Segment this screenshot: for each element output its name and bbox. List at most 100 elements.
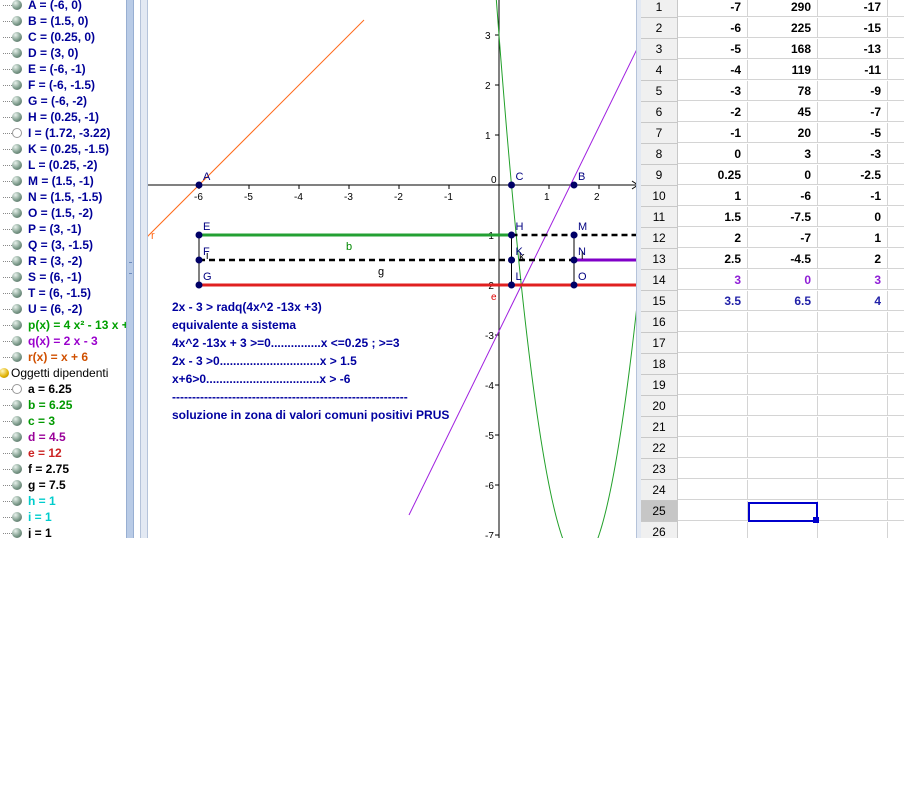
spreadsheet-cell[interactable] — [678, 375, 748, 395]
spreadsheet-cell[interactable] — [888, 144, 904, 164]
dependent-item[interactable]: d = 4.5 — [0, 429, 126, 445]
spreadsheet-cell[interactable] — [748, 375, 818, 395]
point-l[interactable] — [508, 281, 515, 289]
spreadsheet-cell[interactable]: 1 — [678, 186, 748, 206]
row-header[interactable]: 7 — [641, 123, 678, 144]
spreadsheet-cell[interactable] — [748, 417, 818, 437]
row-header[interactable]: 26 — [641, 522, 678, 538]
point-icon[interactable] — [12, 16, 22, 26]
spreadsheet-cell[interactable] — [748, 480, 818, 500]
free-item[interactable]: U = (6, -2) — [0, 301, 126, 317]
point-icon[interactable] — [12, 208, 22, 218]
spreadsheet-cell[interactable]: 119 — [748, 60, 818, 80]
spreadsheet-cell[interactable]: -11 — [818, 60, 888, 80]
point-b[interactable] — [570, 181, 578, 189]
free-item[interactable]: N = (1.5, -1.5) — [0, 189, 126, 205]
free-item[interactable]: A = (-6, 0) — [0, 0, 126, 13]
spreadsheet-cell[interactable] — [678, 501, 748, 521]
spreadsheet-cell[interactable]: -4.5 — [748, 249, 818, 269]
free-item[interactable]: T = (6, -1.5) — [0, 285, 126, 301]
segment-icon[interactable] — [12, 416, 22, 426]
spreadsheet-cell[interactable]: -6 — [678, 18, 748, 38]
dependent-item[interactable]: i = 1 — [0, 509, 126, 525]
row-header[interactable]: 2 — [641, 18, 678, 39]
spreadsheet-cell[interactable] — [888, 522, 904, 538]
spreadsheet-cell[interactable]: 0 — [748, 270, 818, 290]
spreadsheet-cell[interactable] — [748, 522, 818, 538]
point-icon[interactable] — [12, 48, 22, 58]
spreadsheet-cell[interactable] — [888, 396, 904, 416]
row-header[interactable]: 13 — [641, 249, 678, 270]
row-header[interactable]: 11 — [641, 207, 678, 228]
spreadsheet-cell[interactable] — [888, 186, 904, 206]
spreadsheet-cell[interactable]: 1 — [818, 228, 888, 248]
spreadsheet-cell[interactable] — [678, 522, 748, 538]
spreadsheet-cell[interactable]: -13 — [818, 39, 888, 59]
free-item[interactable]: K = (0.25, -1.5) — [0, 141, 126, 157]
function-icon[interactable] — [12, 320, 22, 330]
spreadsheet-cell[interactable]: 3 — [748, 144, 818, 164]
spreadsheet-cell[interactable]: 78 — [748, 81, 818, 101]
spreadsheet-cell[interactable] — [888, 207, 904, 227]
free-item[interactable]: Q = (3, -1.5) — [0, 237, 126, 253]
row-header[interactable]: 25 — [641, 501, 678, 522]
hidden-point-icon[interactable] — [12, 128, 22, 138]
segment-icon[interactable] — [12, 528, 22, 538]
free-item[interactable]: L = (0.25, -2) — [0, 157, 126, 173]
segment-icon[interactable] — [12, 480, 22, 490]
spreadsheet-cell[interactable] — [888, 501, 904, 521]
spreadsheet-cell[interactable] — [888, 459, 904, 479]
dependent-item[interactable]: g = 7.5 — [0, 477, 126, 493]
spreadsheet-cell[interactable] — [888, 81, 904, 101]
spreadsheet-cell[interactable] — [818, 438, 888, 458]
spreadsheet-cell[interactable]: -1 — [818, 186, 888, 206]
spreadsheet-cell[interactable]: -5 — [818, 123, 888, 143]
point-icon[interactable] — [12, 256, 22, 266]
spreadsheet-cell[interactable] — [888, 39, 904, 59]
spreadsheet-cell[interactable]: -6 — [748, 186, 818, 206]
spreadsheet-cell[interactable]: 0 — [818, 207, 888, 227]
spreadsheet-cell[interactable]: -15 — [818, 18, 888, 38]
spreadsheet-cell[interactable] — [818, 480, 888, 500]
spreadsheet-cell[interactable] — [748, 312, 818, 332]
free-item[interactable]: I = (1.72, -3.22) — [0, 125, 126, 141]
point-icon[interactable] — [12, 288, 22, 298]
spreadsheet-cell[interactable]: -7 — [748, 228, 818, 248]
fill-handle[interactable] — [813, 517, 819, 523]
function-r-graph[interactable] — [148, 19, 365, 335]
spreadsheet-cell[interactable] — [748, 333, 818, 353]
point-icon[interactable] — [12, 224, 22, 234]
free-item[interactable]: q(x) = 2 x - 3 — [0, 333, 126, 349]
spreadsheet-cell[interactable] — [818, 375, 888, 395]
spreadsheet-cell[interactable]: -3 — [678, 81, 748, 101]
segment-icon[interactable] — [12, 448, 22, 458]
free-item[interactable]: S = (6, -1) — [0, 269, 126, 285]
row-header[interactable]: 24 — [641, 480, 678, 501]
point-k[interactable] — [508, 256, 515, 264]
spreadsheet-cell[interactable]: 20 — [748, 123, 818, 143]
spreadsheet-cell[interactable] — [888, 123, 904, 143]
spreadsheet-cell[interactable] — [678, 459, 748, 479]
point-f[interactable] — [195, 256, 203, 264]
row-header[interactable]: 20 — [641, 396, 678, 417]
point-icon[interactable] — [12, 80, 22, 90]
panel-splitter[interactable] — [126, 0, 134, 538]
spreadsheet-cell[interactable] — [678, 438, 748, 458]
segment-icon[interactable] — [12, 496, 22, 506]
spreadsheet-cell[interactable]: -7 — [818, 102, 888, 122]
point-icon[interactable] — [12, 192, 22, 202]
graphics-view[interactable]: -6-5-4-3-2-1012321-1-2-3-4-5-6-7rebgiklA… — [148, 0, 638, 538]
segment-icon[interactable] — [12, 512, 22, 522]
spreadsheet-cell[interactable] — [678, 480, 748, 500]
dependent-item[interactable]: h = 1 — [0, 493, 126, 509]
spreadsheet-cell[interactable]: 3 — [678, 270, 748, 290]
point-g[interactable] — [195, 281, 203, 289]
spreadsheet-cell[interactable] — [818, 522, 888, 538]
spreadsheet-cell[interactable] — [888, 249, 904, 269]
spreadsheet-cell[interactable] — [888, 291, 904, 311]
free-item[interactable]: O = (1.5, -2) — [0, 205, 126, 221]
spreadsheet-cell[interactable] — [818, 396, 888, 416]
spreadsheet-cell[interactable] — [748, 459, 818, 479]
spreadsheet-cell[interactable] — [888, 18, 904, 38]
spreadsheet-cell[interactable]: 2 — [678, 228, 748, 248]
